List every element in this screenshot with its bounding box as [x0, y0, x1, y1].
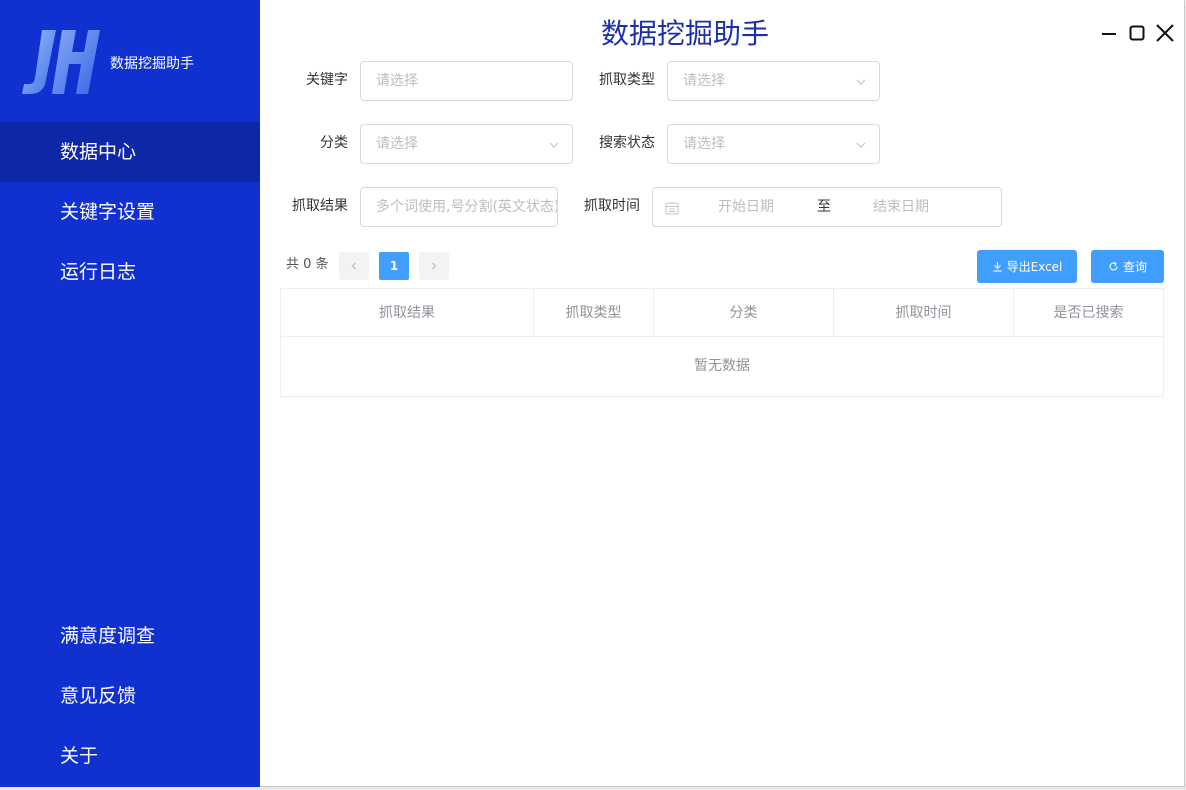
- fetch-result-input-field[interactable]: [376, 189, 557, 225]
- fetch-type-placeholder: 请选择: [683, 73, 725, 89]
- results-table: 抓取结果 抓取类型 分类 抓取时间 是否已搜索 暂无数据: [280, 288, 1164, 397]
- column-header-fetch-time: 抓取时间: [834, 289, 1014, 337]
- column-header-fetch-type: 抓取类型: [534, 289, 654, 337]
- sidebar-item-label: 满意度调查: [60, 625, 156, 647]
- fetch-time-label: 抓取时间: [584, 198, 640, 214]
- empty-state: 暂无数据: [694, 358, 750, 374]
- end-date-input[interactable]: 结束日期: [873, 188, 929, 226]
- close-button[interactable]: [1156, 21, 1174, 45]
- app-window: 数据挖掘助手 数据中心 关键字设置 运行日志 满意度调查 意见反馈 关于 数据挖…: [0, 0, 1185, 787]
- sidebar-item-label: 关键字设置: [60, 201, 156, 223]
- keyword-input-field[interactable]: [376, 63, 572, 99]
- fetch-result-input[interactable]: [360, 187, 558, 227]
- sidebar-item-satisfaction-survey[interactable]: 满意度调查: [0, 606, 260, 666]
- query-button[interactable]: 查询: [1091, 250, 1164, 283]
- category-select[interactable]: 请选择: [360, 124, 573, 164]
- fetch-type-label: 抓取类型: [599, 72, 655, 88]
- chevron-down-icon: [856, 79, 866, 85]
- page-title: 数据挖掘助手: [600, 17, 769, 50]
- search-status-placeholder: 请选择: [683, 136, 725, 152]
- search-status-label: 搜索状态: [599, 135, 655, 151]
- fetch-result-label: 抓取结果: [292, 198, 348, 214]
- minimize-button[interactable]: [1100, 21, 1118, 45]
- sidebar-item-label: 运行日志: [60, 261, 137, 283]
- sidebar-item-label: 关于: [60, 745, 99, 767]
- sidebar-item-feedback[interactable]: 意见反馈: [0, 666, 260, 726]
- prev-page-button[interactable]: [339, 252, 369, 280]
- chevron-down-icon: [549, 142, 559, 148]
- calendar-icon: [665, 202, 679, 215]
- sidebar-item-data-center[interactable]: 数据中心: [0, 122, 260, 182]
- fetch-time-range-picker[interactable]: 开始日期 至 结束日期: [652, 187, 1002, 227]
- chevron-right-icon: [432, 262, 437, 270]
- chevron-left-icon: [351, 262, 356, 270]
- sidebar-item-keyword-settings[interactable]: 关键字设置: [0, 182, 260, 242]
- table-header: 抓取结果 抓取类型 分类 抓取时间 是否已搜索: [281, 289, 1163, 337]
- next-page-button[interactable]: [419, 252, 449, 280]
- maximize-icon: [1129, 25, 1145, 41]
- category-label: 分类: [320, 135, 348, 151]
- export-excel-button[interactable]: 导出Excel: [977, 250, 1077, 283]
- download-icon: [993, 262, 1002, 272]
- fetch-type-select[interactable]: 请选择: [667, 61, 880, 101]
- column-header-fetch-result: 抓取结果: [281, 289, 534, 337]
- keyword-input[interactable]: [360, 61, 573, 101]
- sidebar-item-run-log[interactable]: 运行日志: [0, 242, 260, 302]
- jh-logo: [22, 30, 100, 94]
- sidebar-item-about[interactable]: 关于: [0, 726, 260, 786]
- start-date-input[interactable]: 开始日期: [718, 188, 774, 226]
- window-controls: [1100, 20, 1174, 46]
- sidebar-item-label: 数据中心: [60, 141, 137, 163]
- query-label: 查询: [1122, 260, 1147, 274]
- category-placeholder: 请选择: [376, 136, 418, 152]
- minimize-icon: [1102, 33, 1116, 35]
- sidebar-item-label: 意见反馈: [60, 685, 137, 707]
- export-excel-label: 导出Excel: [1006, 260, 1063, 274]
- page-number-button[interactable]: 1: [379, 252, 409, 280]
- brand: 数据挖掘助手: [0, 0, 260, 121]
- sidebar: 数据挖掘助手 数据中心 关键字设置 运行日志 满意度调查 意见反馈 关于: [0, 0, 260, 787]
- total-count: 共 0 条: [286, 257, 329, 272]
- date-range-separator: 至: [817, 199, 831, 215]
- chevron-down-icon: [856, 142, 866, 148]
- brand-name: 数据挖掘助手: [110, 56, 194, 72]
- search-status-select[interactable]: 请选择: [667, 124, 880, 164]
- maximize-button[interactable]: [1128, 21, 1146, 45]
- column-header-category: 分类: [654, 289, 834, 337]
- column-header-searched: 是否已搜索: [1053, 305, 1124, 321]
- keyword-label: 关键字: [306, 72, 348, 88]
- close-icon: [1156, 24, 1174, 42]
- refresh-icon: [1109, 261, 1118, 271]
